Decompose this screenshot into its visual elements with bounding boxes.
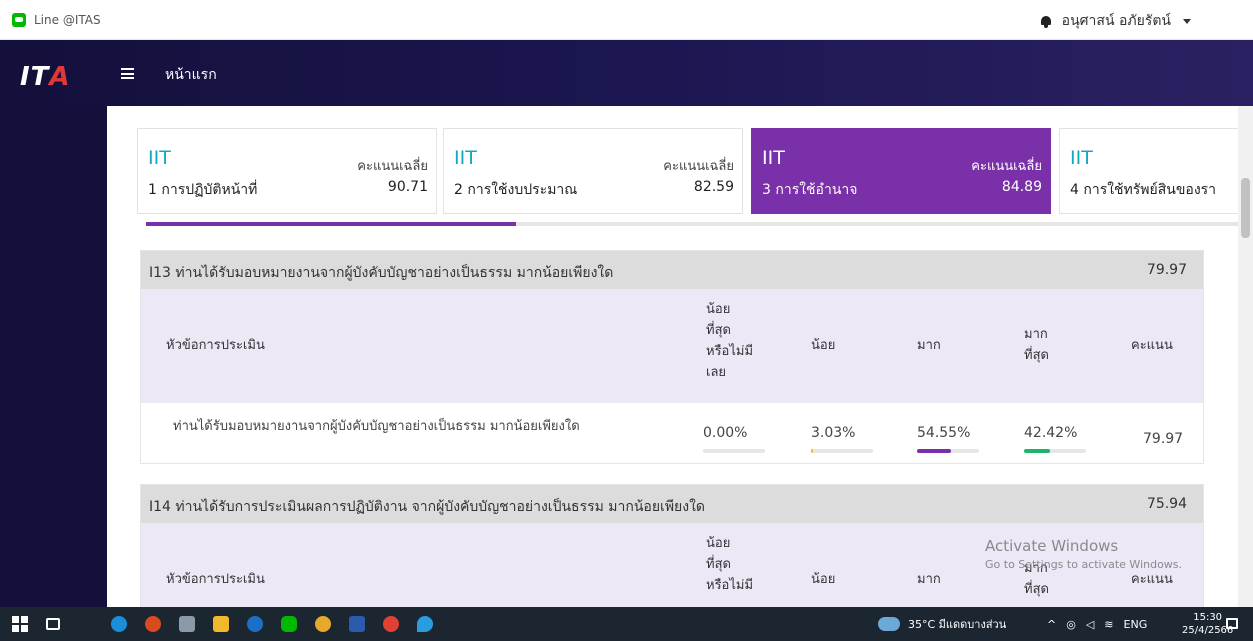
line-link[interactable]: Line @ITAS [12, 13, 101, 27]
section-question: I14 ท่านได้รับการประเมินผลการปฏิบัติงาน … [149, 499, 706, 515]
bar-much [917, 449, 979, 453]
user-name: อนุศาสน์ อภัยรัตน์ [1061, 13, 1171, 29]
bell-icon[interactable] [1040, 14, 1052, 28]
task-view-icon[interactable] [46, 618, 60, 630]
windows-taskbar: 35°C มีแดดบางส่วน ^ ◎ ◁ ≋ ENG 15:30 25/4… [0, 607, 1253, 641]
activate-windows-watermark: Activate Windows Go to Settings to activ… [985, 537, 1183, 571]
caret-down-icon [1183, 18, 1191, 24]
edge-icon[interactable] [111, 616, 127, 632]
logo-text: IT [20, 62, 50, 92]
top-bar: Line @ITAS อนุศาสน์ อภัยรัตน์ [0, 0, 1253, 40]
card-score-label: คะแนนเฉลี่ย [663, 159, 734, 174]
scrollbar-thumb[interactable] [1241, 178, 1250, 238]
section-question: I13 ท่านได้รับมอบหมายงานจากผู้บังคับบัญช… [149, 265, 614, 281]
sidebar [0, 106, 107, 607]
section-score: 75.94 [1146, 496, 1187, 512]
card-iit-label: IIT [454, 147, 477, 169]
app-icon[interactable] [417, 616, 433, 632]
wifi-icon[interactable]: ≋ [1104, 618, 1113, 631]
main-navbar: ITA หน้าแรก [0, 40, 1253, 106]
th-score: คะแนน [1131, 572, 1173, 587]
th-topic: หัวข้อการประเมิน [166, 338, 265, 353]
th-topic: หัวข้อการประเมิน [166, 572, 265, 587]
system-tray[interactable]: ^ ◎ ◁ ≋ ENG [1047, 607, 1147, 641]
th-less: น้อย [811, 572, 836, 587]
bar-less [811, 449, 873, 453]
card-iit-label: IIT [762, 147, 785, 169]
chevron-up-icon[interactable]: ^ [1047, 618, 1056, 631]
line-app-icon [12, 13, 26, 27]
card-score: 82.59 [693, 179, 734, 195]
card-indicator-1[interactable]: IIT คะแนนเฉลี่ย 1 การปฏิบัติหน้าที่ 90.7… [137, 128, 437, 214]
card-name: 2 การใช้งบประมาณ [454, 182, 578, 198]
weather-widget[interactable]: 35°C มีแดดบางส่วน [878, 607, 1006, 641]
app-icon[interactable] [179, 616, 195, 632]
card-indicator-4[interactable]: IIT 4 การใช้ทรัพย์สินของรา [1059, 128, 1238, 214]
row-score: 79.97 [1143, 431, 1184, 447]
line-app-icon[interactable] [281, 616, 297, 632]
pct-least: 0.00% [703, 425, 748, 441]
card-iit-label: IIT [1070, 147, 1093, 169]
windows-start-icon[interactable] [12, 616, 28, 632]
bar-least [703, 449, 765, 453]
pct-less: 3.03% [811, 425, 856, 441]
card-score: 90.71 [387, 179, 428, 195]
card-score-label: คะแนนเฉลี่ย [971, 159, 1042, 174]
table-header: หัวข้อการประเมิน น้อย ที่สุด หรือไม่มี เ… [141, 289, 1203, 403]
main-content: IIT คะแนนเฉลี่ย 1 การปฏิบัติหน้าที่ 90.7… [107, 106, 1238, 607]
chrome-icon[interactable] [383, 616, 399, 632]
th-much: มาก [917, 572, 941, 587]
th-most: มาก ที่สุด [1024, 327, 1049, 363]
th-score: คะแนน [1131, 338, 1173, 353]
hamburger-menu-icon[interactable] [121, 68, 134, 79]
language-indicator[interactable]: ENG [1124, 618, 1148, 631]
file-explorer-icon[interactable] [213, 616, 229, 632]
cards-scroll-indicator [146, 222, 1238, 226]
page-scrollbar[interactable] [1238, 106, 1253, 607]
th-least: น้อย ที่สุด หรือไม่มี [706, 536, 754, 593]
ie-icon[interactable] [247, 616, 263, 632]
volume-icon[interactable]: ◁ [1086, 618, 1094, 631]
indicator-cards: IIT คะแนนเฉลี่ย 1 การปฏิบัติหน้าที่ 90.7… [137, 128, 1238, 214]
bar-most [1024, 449, 1086, 453]
card-indicator-2[interactable]: IIT คะแนนเฉลี่ย 2 การใช้งบประมาณ 82.59 [443, 128, 743, 214]
th-least: น้อย ที่สุด หรือไม่มี เลย [706, 302, 754, 380]
section-score: 79.97 [1146, 262, 1187, 278]
card-score: 84.89 [1001, 179, 1042, 195]
pct-most: 42.42% [1024, 425, 1078, 441]
card-name: 1 การปฏิบัติหน้าที่ [148, 182, 258, 198]
section-header[interactable]: I14 ท่านได้รับการประเมินผลการปฏิบัติงาน … [141, 485, 1203, 523]
section-header[interactable]: I13 ท่านได้รับมอบหมายงานจากผู้บังคับบัญช… [141, 251, 1203, 289]
pct-much: 54.55% [917, 425, 971, 441]
card-indicator-3[interactable]: IIT คะแนนเฉลี่ย 3 การใช้อำนาจ 84.89 [751, 128, 1051, 214]
chrome-icon[interactable] [315, 616, 331, 632]
user-menu[interactable]: อนุศาสน์ อภัยรัตน์ [1040, 10, 1191, 32]
table-row: ท่านได้รับมอบหมายงานจากผู้บังคับบัญชาอย่… [141, 403, 1203, 463]
row-question: ท่านได้รับมอบหมายงานจากผู้บังคับบัญชาอย่… [173, 419, 580, 434]
notifications-icon[interactable] [1226, 618, 1238, 629]
card-score-label: คะแนนเฉลี่ย [357, 159, 428, 174]
th-much: มาก [917, 338, 941, 353]
card-name: 3 การใช้อำนาจ [762, 182, 858, 198]
page-title: หน้าแรก [165, 67, 217, 83]
logo-accent: A [49, 62, 71, 92]
app-icon[interactable] [145, 616, 161, 632]
card-iit-label: IIT [148, 147, 171, 169]
network-icon[interactable]: ◎ [1066, 618, 1076, 631]
th-less: น้อย [811, 338, 836, 353]
line-label: Line @ITAS [34, 13, 101, 27]
question-section-i13: I13 ท่านได้รับมอบหมายงานจากผู้บังคับบัญช… [140, 250, 1204, 464]
word-icon[interactable] [349, 616, 365, 632]
logo: ITA [20, 62, 71, 92]
card-name: 4 การใช้ทรัพย์สินของรา [1070, 182, 1217, 198]
weather-icon [878, 617, 900, 631]
